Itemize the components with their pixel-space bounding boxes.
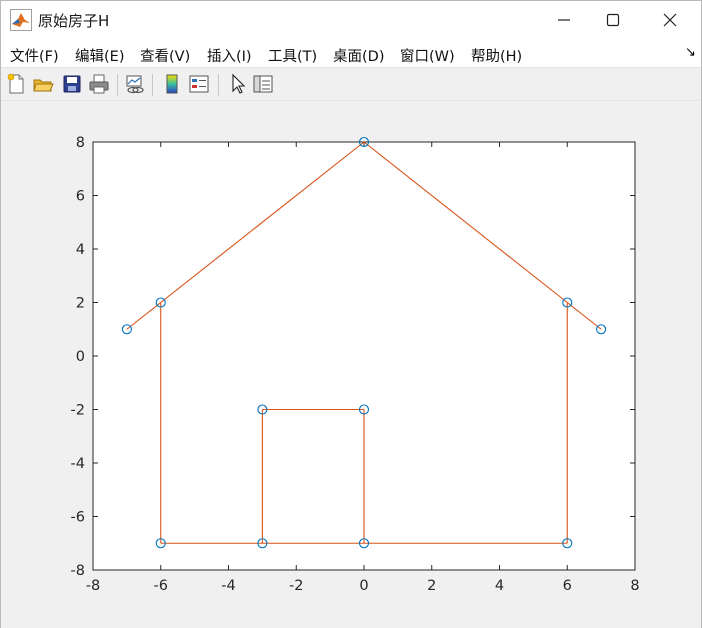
x-tick-label: -6 [154, 578, 168, 594]
figure-window: 原始房子H 文件(F) 编辑(E) 查看(V) 插入(I) 工具(T) 桌面(D… [0, 0, 702, 628]
menu-overflow-icon[interactable]: ↘ [685, 45, 696, 60]
menu-help[interactable]: 帮助(H) [471, 45, 522, 66]
close-button[interactable] [647, 1, 693, 39]
property-inspector-icon[interactable] [252, 73, 274, 95]
menu-bar: 文件(F) 编辑(E) 查看(V) 插入(I) 工具(T) 桌面(D) 窗口(W… [1, 39, 701, 68]
y-tick-label: 4 [76, 242, 85, 258]
minimize-button[interactable] [541, 1, 587, 39]
x-tick-label: 6 [563, 578, 572, 594]
x-tick-label: -2 [289, 578, 303, 594]
window-title: 原始房子H [38, 12, 110, 30]
maximize-button[interactable] [590, 1, 636, 39]
toolbar-separator [152, 74, 153, 96]
menu-insert[interactable]: 插入(I) [207, 45, 252, 66]
new-figure-icon[interactable] [5, 73, 27, 95]
y-tick-label: -4 [71, 456, 85, 472]
x-tick-label: 8 [630, 578, 639, 594]
y-tick-label: 0 [76, 349, 85, 365]
matlab-logo-icon [10, 9, 32, 31]
insert-legend-icon[interactable] [188, 73, 210, 95]
figure-toolbar [1, 68, 701, 101]
toolbar-separator [218, 74, 219, 96]
x-tick-label: 4 [495, 578, 504, 594]
open-file-icon[interactable] [32, 73, 54, 95]
menu-file[interactable]: 文件(F) [10, 45, 59, 66]
x-tick-label: -8 [86, 578, 100, 594]
menu-edit[interactable]: 编辑(E) [75, 45, 124, 66]
x-tick-label: -4 [221, 578, 235, 594]
minimize-icon [558, 19, 570, 21]
menu-view[interactable]: 查看(V) [140, 45, 190, 66]
y-tick-label: -8 [71, 563, 85, 579]
menu-window[interactable]: 窗口(W) [400, 45, 455, 66]
y-tick-label: 6 [76, 189, 85, 205]
y-tick-label: 2 [76, 296, 85, 312]
x-tick-label: 0 [359, 578, 368, 594]
x-tick-label: 2 [427, 578, 436, 594]
insert-colorbar-icon[interactable] [161, 73, 183, 95]
close-icon [663, 13, 677, 27]
figure-canvas[interactable]: -8 -6 -4 -2 0 2 4 6 8 -8 -6 -4 -2 0 2 4 6 8 [1, 102, 701, 628]
title-bar[interactable]: 原始房子H [1, 1, 701, 39]
toolbar-separator [117, 74, 118, 96]
y-tick-label: 8 [76, 135, 85, 151]
link-plot-icon[interactable] [124, 73, 146, 95]
menu-tools[interactable]: 工具(T) [268, 45, 317, 66]
print-icon[interactable] [88, 73, 110, 95]
menu-desktop[interactable]: 桌面(D) [333, 45, 384, 66]
y-tick-label: -6 [71, 510, 85, 526]
edit-plot-arrow-icon[interactable] [227, 73, 249, 95]
save-icon[interactable] [61, 73, 83, 95]
y-tick-label: -2 [71, 403, 85, 419]
plot-axes[interactable]: -8 -6 -4 -2 0 2 4 6 8 -8 -6 -4 -2 0 2 4 6 8 [1, 102, 701, 628]
maximize-icon [606, 13, 620, 27]
